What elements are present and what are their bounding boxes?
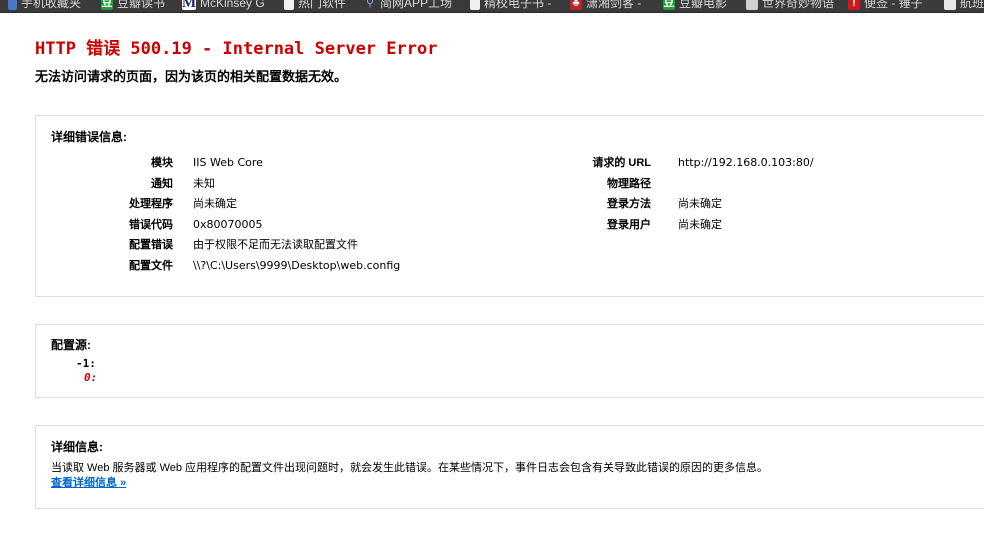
bookmark-label: 豆瓣电影 xyxy=(679,0,728,10)
detail-key: 请求的 URL xyxy=(592,157,651,169)
douban-icon: 豆 xyxy=(101,0,113,10)
bookmark-label: 精校电子书 - xyxy=(484,0,552,10)
bookmark-xiaoxiang[interactable]: ♣ 潇湘剑客 - xyxy=(570,0,641,12)
bookmark-label: 航班 xyxy=(960,0,984,10)
detail-value: 尚未确定 xyxy=(193,197,237,210)
detail-value: http://192.168.0.103:80/ xyxy=(678,156,814,169)
bookmark-world-stories[interactable]: 世界奇妙物语 xyxy=(746,0,834,12)
bookmark-label: 热门软件 xyxy=(298,0,347,10)
bookmarks-bar: 手机收藏夹 豆豆瓣读书 M McKinsey G 热门软件 ⚲ 简网APP工场 精校… xyxy=(0,0,984,13)
detail-value: 尚未确定 xyxy=(678,197,722,210)
bookmark-douban-movies[interactable]: 豆豆瓣电影 xyxy=(663,0,727,12)
detail-value: 0x80070005 xyxy=(193,218,263,231)
github-icon xyxy=(944,0,956,10)
error-title: HTTP 错误 500.19 - Internal Server Error xyxy=(35,39,438,59)
document-icon xyxy=(284,0,294,10)
detail-key: 物理路径 xyxy=(607,178,651,190)
detail-key: 处理程序 xyxy=(129,198,173,210)
bookmark-ebooks[interactable]: 精校电子书 - xyxy=(470,0,551,12)
detailed-error-box: 详细错误信息: 模块 IIS Web Core 通知 未知 处理程序 尚未确定 … xyxy=(35,115,984,297)
detail-value: IIS Web Core xyxy=(193,156,263,169)
bookmark-flights[interactable]: 航班 xyxy=(944,0,984,12)
douban-icon: 豆 xyxy=(663,0,675,10)
bookmark-app-factory[interactable]: ⚲ 简网APP工场 xyxy=(364,0,452,12)
pin-icon: ! xyxy=(848,0,860,10)
detail-key: 模块 xyxy=(151,157,173,169)
config-source-heading: 配置源: xyxy=(51,338,91,352)
bookmark-label: 便签 - 锤子 xyxy=(864,0,923,10)
detail-key: 配置错误 xyxy=(129,239,173,251)
detail-key: 登录方法 xyxy=(607,198,651,210)
more-info-box: 详细信息: 当读取 Web 服务器或 Web 应用程序的配置文件出现问题时，就会… xyxy=(35,425,984,509)
bookmark-label: McKinsey G xyxy=(200,0,265,10)
bookmark-label: 简网APP工场 xyxy=(380,0,453,10)
bookmark-mobile-favorites[interactable]: 手机收藏夹 xyxy=(8,0,81,12)
bookmark-notes[interactable]: ! 便签 - 锤子 xyxy=(848,0,923,12)
detail-key: 登录用户 xyxy=(607,219,651,231)
detail-value: 由于权限不足而无法读取配置文件 xyxy=(193,238,358,251)
detail-value: 未知 xyxy=(193,177,215,190)
config-source-error-line: 0: xyxy=(84,371,98,384)
more-info-heading: 详细信息: xyxy=(51,440,103,454)
bookmark-douban-books[interactable]: 豆豆瓣读书 xyxy=(101,0,165,12)
more-info-description: 当读取 Web 服务器或 Web 应用程序的配置文件出现问题时，就会发生此错误。… xyxy=(51,462,769,474)
detail-key: 配置文件 xyxy=(129,260,173,272)
error-subtitle: 无法访问请求的页面，因为该页的相关配置数据无效。 xyxy=(35,69,348,84)
bookmark-label: 潇湘剑客 - xyxy=(586,0,642,10)
bookmark-label: 豆瓣读书 xyxy=(117,0,166,10)
detailed-error-heading: 详细错误信息: xyxy=(51,130,127,144)
detail-value: 尚未确定 xyxy=(678,218,722,231)
link-icon: ⚲ xyxy=(365,0,375,9)
config-source-line: -1: xyxy=(76,357,96,370)
bookmark-mckinsey[interactable]: M McKinsey G xyxy=(182,0,265,12)
detail-value: \\?\C:\Users\9999\Desktop\web.config xyxy=(193,259,401,272)
view-more-info-link[interactable]: 查看详细信息 » xyxy=(51,474,126,490)
red-icon: ♣ xyxy=(570,0,582,10)
detail-key: 错误代码 xyxy=(129,219,173,231)
bookmark-popular-software[interactable]: 热门软件 xyxy=(284,0,346,12)
mail-icon xyxy=(746,0,758,10)
document-icon xyxy=(470,0,480,10)
phone-icon xyxy=(8,0,17,10)
bookmark-label: 手机收藏夹 xyxy=(21,0,82,10)
bookmark-label: 世界奇妙物语 xyxy=(762,0,835,10)
mckinsey-icon: M xyxy=(182,0,196,11)
config-source-box: 配置源: -1: 0: xyxy=(35,324,984,398)
detail-key: 通知 xyxy=(151,178,173,190)
